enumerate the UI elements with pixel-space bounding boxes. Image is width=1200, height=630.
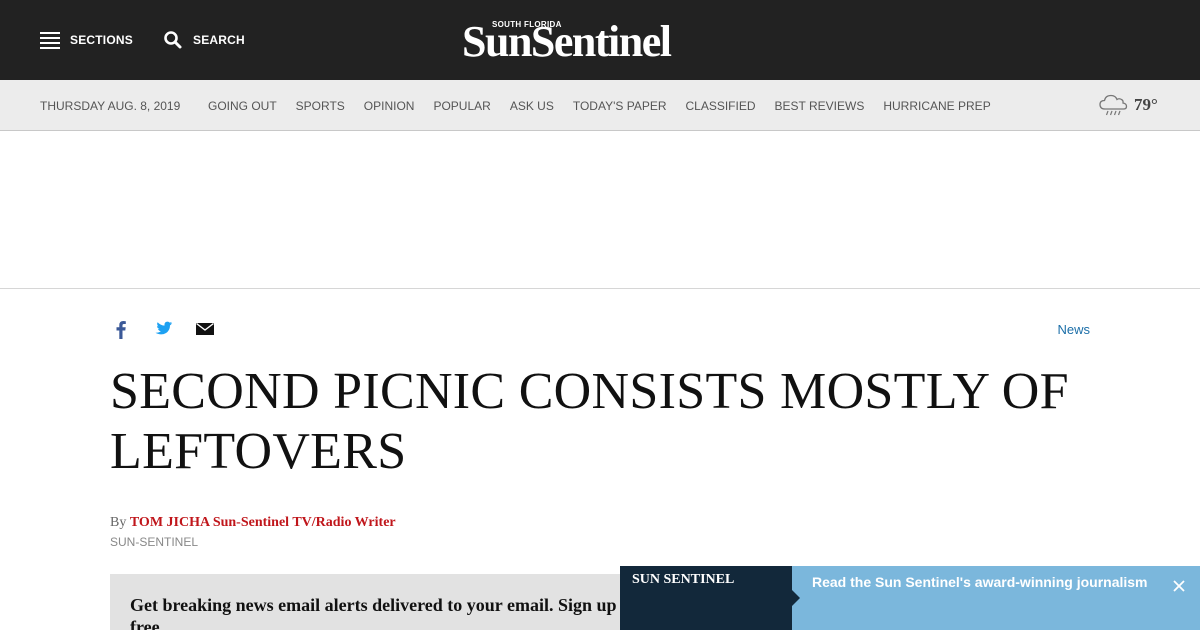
weather-temperature: 79° bbox=[1134, 95, 1158, 114]
search-label: SEARCH bbox=[193, 33, 245, 47]
nav-link-popular[interactable]: POPULAR bbox=[433, 99, 490, 113]
byline-prefix: By bbox=[110, 515, 127, 530]
menu-icon bbox=[40, 31, 60, 49]
author-link[interactable]: TOM JICHA Sun-Sentinel TV/Radio Writer bbox=[130, 515, 396, 530]
nav-link-going-out[interactable]: GOING OUT bbox=[208, 99, 277, 113]
nav-link-hurricane-prep[interactable]: HURRICANE PREP bbox=[883, 99, 990, 113]
search-button[interactable]: SEARCH bbox=[163, 28, 245, 52]
nav-link-best-reviews[interactable]: BEST REVIEWS bbox=[775, 99, 865, 113]
sections-label: SECTIONS bbox=[70, 33, 133, 47]
promo-brand-panel: SUN SENTINEL bbox=[620, 566, 792, 630]
newsletter-text: Get breaking news email alerts delivered… bbox=[130, 595, 617, 630]
sections-button[interactable]: SECTIONS bbox=[40, 28, 133, 52]
share-bar bbox=[110, 318, 236, 340]
ad-slot bbox=[0, 131, 1200, 289]
facebook-icon[interactable] bbox=[110, 318, 132, 340]
twitter-icon[interactable] bbox=[152, 318, 174, 340]
cloud-rain-icon bbox=[1099, 94, 1128, 116]
nav-links: GOING OUT SPORTS OPINION POPULAR ASK US … bbox=[208, 99, 1010, 113]
promo-message-panel: Read the Sun Sentinel's award-winning jo… bbox=[792, 566, 1200, 630]
newsletter-signup[interactable]: Get breaking news email alerts delivered… bbox=[110, 574, 670, 630]
site-logo[interactable]: SOUTH FLORIDA SunSentinel bbox=[462, 14, 738, 66]
top-header: SECTIONS SEARCH SOUTH FLORIDA SunSentine… bbox=[0, 0, 1200, 80]
current-date: THURSDAY AUG. 8, 2019 bbox=[40, 99, 181, 113]
nav-link-sports[interactable]: SPORTS bbox=[296, 99, 345, 113]
article-headline: SECOND PICNIC CONSISTS MOSTLY OF LEFTOVE… bbox=[110, 363, 1069, 480]
article-source: SUN-SENTINEL bbox=[110, 535, 199, 549]
promo-message[interactable]: Read the Sun Sentinel's award-winning jo… bbox=[812, 574, 1148, 590]
search-icon bbox=[164, 31, 182, 49]
section-label[interactable]: News bbox=[1040, 322, 1090, 337]
logo-wordmark: SunSentinel bbox=[462, 17, 672, 66]
nav-link-todays-paper[interactable]: TODAY'S PAPER bbox=[573, 99, 667, 113]
weather-widget[interactable]: 79° bbox=[1098, 92, 1158, 118]
section-nav: THURSDAY AUG. 8, 2019 GOING OUT SPORTS O… bbox=[0, 80, 1200, 131]
nav-link-ask-us[interactable]: ASK US bbox=[510, 99, 554, 113]
nav-link-classified[interactable]: CLASSIFIED bbox=[686, 99, 756, 113]
close-icon[interactable] bbox=[1172, 579, 1186, 593]
subscription-banner[interactable]: SUN SENTINEL Read the Sun Sentinel's awa… bbox=[620, 566, 1200, 630]
promo-pointer bbox=[792, 590, 800, 606]
email-icon[interactable] bbox=[194, 318, 216, 340]
nav-link-opinion[interactable]: OPINION bbox=[364, 99, 415, 113]
byline: By TOM JICHA Sun-Sentinel TV/Radio Write… bbox=[110, 515, 396, 531]
promo-brand: SUN SENTINEL bbox=[632, 572, 735, 587]
